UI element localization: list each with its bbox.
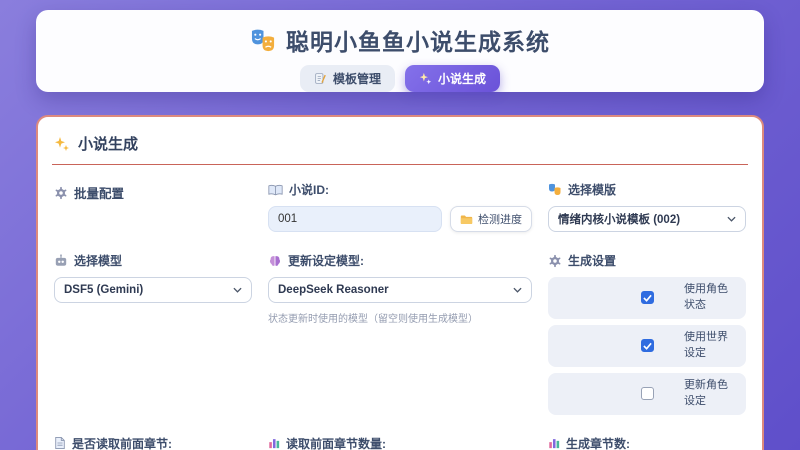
previous-count-label-row: 读取前面章节数量: xyxy=(268,435,532,450)
gear-icon xyxy=(54,186,68,200)
brain-icon xyxy=(268,255,282,267)
novel-id-label-row: 小说ID: xyxy=(268,181,532,198)
sparkles-icon xyxy=(54,136,70,152)
update-model-label-row: 更新设定模型: xyxy=(268,252,532,269)
theater-masks-icon xyxy=(548,183,562,196)
subsection-title: 批量配置 xyxy=(74,187,125,201)
field-generation-settings: 生成设置 使用角色状态 使用世界设定 更新角色设定 xyxy=(548,252,746,415)
generation-settings-list: 使用角色状态 使用世界设定 更新角色设定 xyxy=(548,277,746,415)
field-chapter-count: 生成章节数: xyxy=(548,435,746,450)
bar-chart-icon xyxy=(548,437,560,449)
bar-chart-icon xyxy=(268,437,280,449)
generation-settings-title: 生成设置 xyxy=(568,254,617,268)
template-label: 选择模版 xyxy=(568,183,617,197)
tabs: 模板管理 小说生成 xyxy=(299,65,501,92)
folder-icon xyxy=(460,214,473,225)
tab-novel-generation[interactable]: 小说生成 xyxy=(405,65,501,92)
chevron-down-icon xyxy=(727,216,736,222)
checkbox-label: 更新角色设定 xyxy=(684,378,728,407)
novel-generation-panel: 小说生成 批量配置 小说ID: 001 检测进度 选择模版 情绪内核小说模板 (… xyxy=(36,115,764,450)
model-select-value: DSF5 (Gemini) xyxy=(64,284,144,296)
setting-row-use-character-state: 使用角色状态 xyxy=(548,277,746,319)
title-row: 聪明小鱼鱼小说生成系统 xyxy=(250,23,550,57)
model-label-row: 选择模型 xyxy=(54,252,252,269)
novel-id-label: 小说ID: xyxy=(289,183,329,197)
setting-row-update-character-setting: 更新角色设定 xyxy=(548,372,746,415)
tab-template-management[interactable]: 模板管理 xyxy=(299,65,395,92)
read-previous-label-row: 是否读取前面章节: xyxy=(54,435,252,450)
checkbox-label: 使用角色状态 xyxy=(684,283,728,311)
chevron-down-icon xyxy=(233,287,242,293)
field-novel-id: 小说ID: 检测进度 xyxy=(268,181,532,232)
update-model-label: 更新设定模型: xyxy=(288,254,364,268)
use-world-setting-checkbox[interactable] xyxy=(640,339,654,353)
chapter-count-label: 生成章节数: xyxy=(566,436,630,450)
read-previous-label: 是否读取前面章节: xyxy=(72,436,172,450)
section-divider xyxy=(52,164,748,165)
theater-masks-icon xyxy=(250,28,277,53)
header-card: 聪明小鱼鱼小说生成系统 模板管理 小说生成 xyxy=(36,10,764,92)
book-icon xyxy=(268,184,283,196)
field-read-previous: 是否读取前面章节: 使用前面章节 xyxy=(54,435,252,450)
template-label-row: 选择模版 xyxy=(548,181,746,198)
update-model-select[interactable]: DeepSeek Reasoner xyxy=(268,277,532,303)
robot-icon xyxy=(54,254,68,267)
setting-row-use-world-setting: 使用世界设定 xyxy=(548,324,746,367)
template-select[interactable]: 情绪内核小说模板 (002) xyxy=(548,206,746,232)
chevron-down-icon xyxy=(513,287,522,293)
field-previous-count: 读取前面章节数量: xyxy=(268,435,532,450)
section-title: 小说生成 xyxy=(78,136,139,153)
field-model: 选择模型 DSF5 (Gemini) xyxy=(54,252,252,415)
subsection-header: 批量配置 xyxy=(54,181,252,202)
field-update-model: 更新设定模型: DeepSeek Reasoner 状态更新时使用的模型（留空则… xyxy=(268,252,532,415)
novel-id-row: 检测进度 xyxy=(268,206,532,232)
check-progress-button[interactable]: 检测进度 xyxy=(450,206,532,232)
update-model-help: 状态更新时使用的模型（留空则使用生成模型） xyxy=(268,314,478,325)
memo-pencil-icon xyxy=(314,72,327,85)
use-character-state-checkbox[interactable] xyxy=(640,291,654,305)
batch-config-grid: 批量配置 小说ID: 001 检测进度 选择模版 情绪内核小说模板 (002) … xyxy=(52,181,748,450)
tab-label: 模板管理 xyxy=(332,72,381,86)
tab-label: 小说生成 xyxy=(438,72,487,86)
generation-settings-header: 生成设置 xyxy=(548,252,746,269)
novel-id-input[interactable] xyxy=(268,206,442,232)
subsection-cell: 批量配置 xyxy=(54,181,252,232)
update-character-setting-checkbox[interactable] xyxy=(640,387,654,401)
page-icon xyxy=(54,436,66,450)
page-title: 聪明小鱼鱼小说生成系统 xyxy=(286,29,550,55)
previous-count-label: 读取前面章节数量: xyxy=(286,436,386,450)
model-select[interactable]: DSF5 (Gemini) xyxy=(54,277,252,303)
field-template: 选择模版 情绪内核小说模板 (002) xyxy=(548,181,746,232)
model-label: 选择模型 xyxy=(74,254,123,268)
checkbox-label: 使用世界设定 xyxy=(684,330,728,359)
sparkles-icon xyxy=(419,72,432,85)
template-select-value: 情绪内核小说模板 (002) xyxy=(558,214,681,226)
chapter-count-label-row: 生成章节数: xyxy=(548,435,746,450)
check-progress-label: 检测进度 xyxy=(478,214,522,226)
gear-icon xyxy=(548,254,562,268)
section-header: 小说生成 xyxy=(52,129,748,154)
update-model-select-value: DeepSeek Reasoner xyxy=(278,284,389,296)
